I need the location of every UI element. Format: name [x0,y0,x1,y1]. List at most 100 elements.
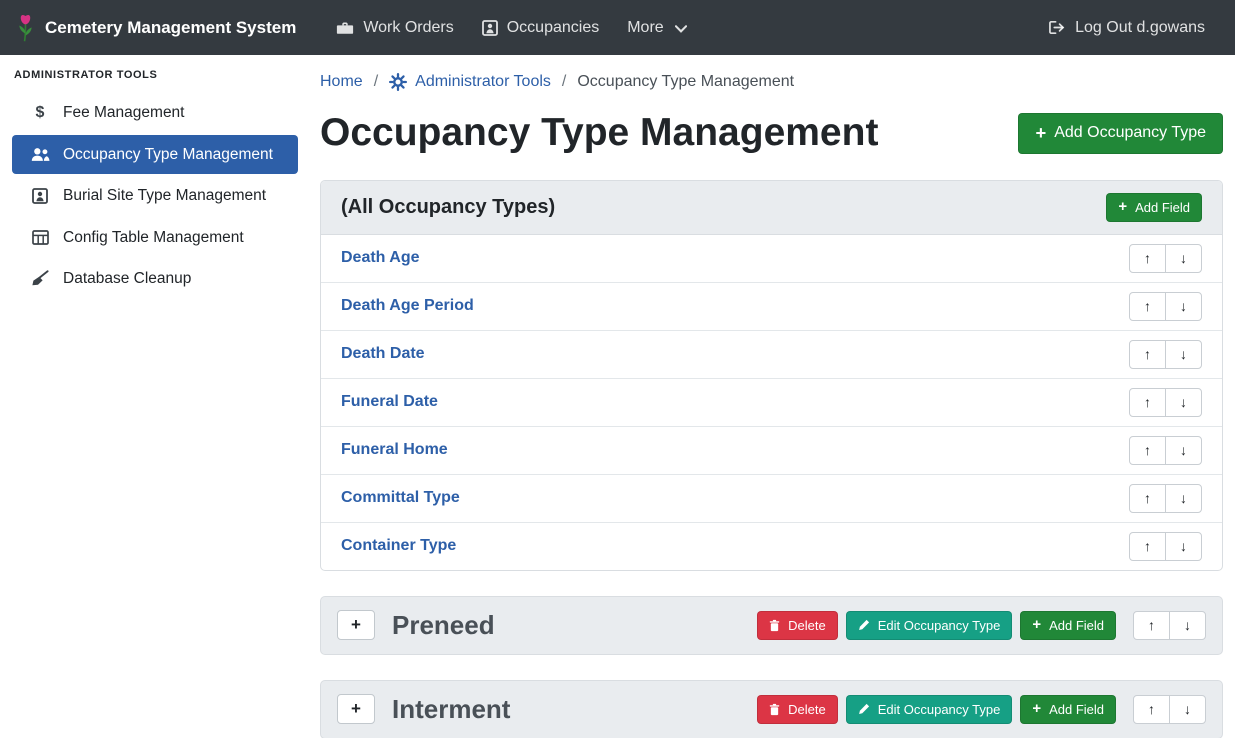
card-title: (All Occupancy Types) [341,196,555,219]
move-up-button[interactable]: ↑ [1129,388,1166,417]
move-down-button[interactable]: ↓ [1165,532,1202,561]
arrow-down-icon: ↓ [1180,250,1187,266]
dollar-icon: $ [30,101,50,125]
sidebar-item-burial-site-type-management[interactable]: Burial Site Type Management [12,176,298,215]
field-row: Death Age ↑ ↓ [321,235,1222,282]
move-up-button[interactable]: ↑ [1129,292,1166,321]
move-up-button[interactable]: ↑ [1129,532,1166,561]
section-actions: Delete Edit Occupancy Type + Add Field ↑ [757,695,1206,724]
main-nav: Work Orders Occupancies More [322,19,700,37]
logout-icon [1049,20,1066,35]
app-brand[interactable]: Cemetery Management System [16,13,296,43]
move-down-button[interactable]: ↓ [1169,611,1206,640]
field-link[interactable]: Death Age Period [341,297,474,315]
chevron-down-icon [675,25,687,33]
field-link[interactable]: Container Type [341,537,456,555]
add-occupancy-type-button[interactable]: + Add Occupancy Type [1018,113,1223,153]
move-up-button[interactable]: ↑ [1133,611,1170,640]
move-down-button[interactable]: ↓ [1169,695,1206,724]
breadcrumb-admin-tools-label: Administrator Tools [415,73,551,91]
move-up-button[interactable]: ↑ [1133,695,1170,724]
breadcrumb-admin-tools-link[interactable]: Administrator Tools [389,73,551,91]
breadcrumb-home-link[interactable]: Home [320,73,363,91]
sidebar-item-label: Occupancy Type Management [63,143,273,166]
delete-occupancy-type-button[interactable]: Delete [757,611,838,640]
trash-icon [769,703,780,716]
add-occupancy-type-label: Add Occupancy Type [1054,124,1206,142]
field-link[interactable]: Committal Type [341,489,460,507]
arrow-up-icon: ↑ [1144,394,1151,410]
field-row: Funeral Date ↑ ↓ [321,378,1222,426]
plus-icon: + [1035,124,1046,142]
arrow-down-icon: ↓ [1180,346,1187,362]
sidebar-item-occupancy-type-management[interactable]: Occupancy Type Management [12,135,298,174]
pencil-icon [858,619,870,631]
page-layout: ADMINISTRATOR TOOLS $ Fee Management Occ… [0,55,1235,738]
field-row: Death Age Period ↑ ↓ [321,282,1222,330]
logout-button[interactable]: Log Out d.gowans [1049,19,1205,37]
nav-work-orders[interactable]: Work Orders [336,19,453,37]
nav-more-label: More [627,19,663,37]
move-down-button[interactable]: ↓ [1165,340,1202,369]
field-link[interactable]: Death Date [341,345,425,363]
expand-section-button[interactable]: + [337,694,375,724]
add-field-label: Add Field [1049,702,1104,717]
breadcrumb-home-label: Home [320,73,363,91]
title-row: Occupancy Type Management + Add Occupanc… [320,109,1223,158]
section-title: Interment [392,694,510,725]
move-up-button[interactable]: ↑ [1129,484,1166,513]
edit-label: Edit Occupancy Type [878,618,1001,633]
breadcrumb-current: Occupancy Type Management [577,73,794,91]
plus-icon: + [351,699,361,719]
plus-icon: + [1032,618,1041,633]
flower-logo-icon [16,13,35,43]
gear-icon [389,73,407,91]
plus-icon: + [351,615,361,635]
move-up-button[interactable]: ↑ [1129,244,1166,273]
move-down-button[interactable]: ↓ [1165,388,1202,417]
arrow-up-icon: ↑ [1148,701,1155,717]
delete-label: Delete [788,702,826,717]
edit-label: Edit Occupancy Type [878,702,1001,717]
expand-section-button[interactable]: + [337,610,375,640]
reorder-button-group: ↑ ↓ [1133,611,1206,640]
person-frame-icon [30,188,50,204]
delete-occupancy-type-button[interactable]: Delete [757,695,838,724]
move-down-button[interactable]: ↓ [1165,436,1202,465]
field-link[interactable]: Funeral Date [341,393,438,411]
broom-icon [30,270,50,286]
add-field-button[interactable]: + Add Field [1020,695,1116,724]
nav-occupancies[interactable]: Occupancies [482,19,600,37]
section-title: Preneed [392,610,495,641]
sidebar-item-label: Database Cleanup [63,267,191,290]
add-field-button[interactable]: + Add Field [1106,193,1202,222]
field-link[interactable]: Death Age [341,249,420,267]
arrow-down-icon: ↓ [1180,298,1187,314]
arrow-up-icon: ↑ [1144,250,1151,266]
all-occupancy-types-card: (All Occupancy Types) + Add Field Death … [320,180,1223,571]
sidebar: ADMINISTRATOR TOOLS $ Fee Management Occ… [0,55,310,738]
move-down-button[interactable]: ↓ [1165,244,1202,273]
sidebar-item-fee-management[interactable]: $ Fee Management [12,93,298,133]
move-up-button[interactable]: ↑ [1129,340,1166,369]
field-link[interactable]: Funeral Home [341,441,448,459]
sidebar-item-config-table-management[interactable]: Config Table Management [12,218,298,257]
edit-occupancy-type-button[interactable]: Edit Occupancy Type [846,611,1013,640]
sidebar-item-database-cleanup[interactable]: Database Cleanup [12,259,298,298]
arrow-up-icon: ↑ [1144,298,1151,314]
move-up-button[interactable]: ↑ [1129,436,1166,465]
edit-occupancy-type-button[interactable]: Edit Occupancy Type [846,695,1013,724]
add-field-button[interactable]: + Add Field [1020,611,1116,640]
occupancy-type-section-interment: + Interment Delete [320,680,1223,738]
sidebar-heading: ADMINISTRATOR TOOLS [0,61,310,91]
move-down-button[interactable]: ↓ [1165,484,1202,513]
arrow-up-icon: ↑ [1144,538,1151,554]
field-row: Funeral Home ↑ ↓ [321,426,1222,474]
reorder-button-group: ↑ ↓ [1129,388,1202,417]
toolbox-icon [336,20,354,35]
reorder-button-group: ↑ ↓ [1129,244,1202,273]
nav-more[interactable]: More [627,19,686,37]
arrow-up-icon: ↑ [1144,442,1151,458]
person-frame-icon [482,20,498,36]
move-down-button[interactable]: ↓ [1165,292,1202,321]
